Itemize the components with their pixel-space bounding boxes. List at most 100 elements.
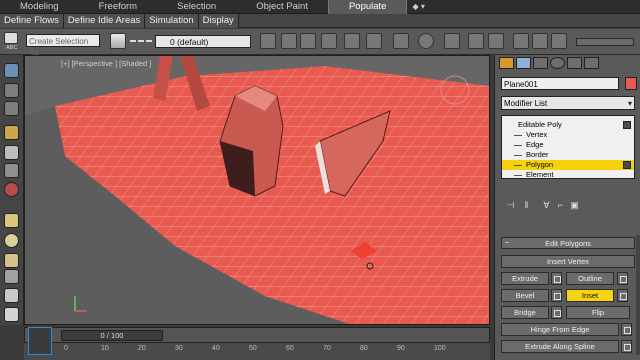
inset-button[interactable]: Inset <box>566 289 614 302</box>
teapot-render-icon[interactable] <box>513 33 529 49</box>
sticky-note-icon[interactable] <box>4 213 19 228</box>
collapse-icon[interactable]: − <box>505 237 509 248</box>
create-layer-icon[interactable] <box>281 33 297 49</box>
extrude-button[interactable]: Extrude <box>501 272 549 285</box>
layer-dropdown[interactable]: 0 (default) <box>155 35 251 48</box>
cylinder-icon[interactable] <box>4 269 19 284</box>
define-idle-areas-button[interactable]: Define Idle Areas <box>63 13 146 28</box>
bridge-button[interactable]: Bridge <box>501 306 549 319</box>
motion-tab-icon[interactable] <box>550 57 565 69</box>
hinge-from-edge-button[interactable]: Hinge From Edge <box>501 323 619 336</box>
material-editor-icon[interactable] <box>393 33 409 49</box>
tick-label: 40 <box>212 345 220 352</box>
rotate-icon[interactable] <box>4 145 19 160</box>
named-selection-icon[interactable] <box>4 32 18 44</box>
viewport-label[interactable]: [+] [Perspective ] [Shaded ] <box>61 59 151 68</box>
outline-settings-icon[interactable] <box>617 272 628 285</box>
hierarchy-tab-icon[interactable] <box>533 57 548 69</box>
wrench-icon[interactable] <box>4 163 19 178</box>
bevel-button[interactable]: Bevel <box>501 289 549 302</box>
teapot-iterative-icon[interactable] <box>551 33 567 49</box>
select-layer-icon[interactable] <box>300 33 316 49</box>
hinge-settings-icon[interactable] <box>621 323 632 336</box>
make-unique-icon[interactable]: ∀ <box>541 199 552 211</box>
stack-item-element[interactable]: Element <box>502 170 634 180</box>
pin-stack-icon[interactable]: ⊣ <box>505 199 516 211</box>
extrude-settings-icon[interactable] <box>551 272 562 285</box>
display-button[interactable]: Display <box>198 13 239 28</box>
modify-tab-icon[interactable] <box>516 57 531 69</box>
stack-item-border[interactable]: Border <box>502 150 634 160</box>
simulation-button[interactable]: Simulation <box>145 13 199 28</box>
tab-selection[interactable]: Selection <box>157 0 236 14</box>
panel-scrollbar[interactable] <box>636 235 640 355</box>
light-bulb-toggle-icon[interactable] <box>623 121 631 129</box>
configure-modifier-icon[interactable]: ▣ <box>569 199 580 211</box>
render-icon[interactable] <box>488 33 504 49</box>
create-tab-icon[interactable] <box>499 57 514 69</box>
object-name-field[interactable]: Plane001 <box>501 77 619 90</box>
flip-button[interactable]: Flip <box>566 306 630 319</box>
stack-item-editable-poly[interactable]: Editable Poly <box>502 120 634 130</box>
teapot-icon[interactable] <box>4 182 19 197</box>
tick-label: 20 <box>138 345 146 352</box>
tab-freeform[interactable]: Freeform <box>79 0 158 14</box>
add-to-layer-icon[interactable] <box>260 33 276 49</box>
render-frame-icon[interactable] <box>468 33 484 49</box>
bevel-settings-icon[interactable] <box>551 289 562 302</box>
calculator-icon[interactable] <box>4 83 19 98</box>
tick-label: 0 <box>64 345 68 352</box>
remove-modifier-icon[interactable]: ⌐ <box>555 199 566 211</box>
time-slider[interactable]: 0 / 100 <box>24 327 490 343</box>
grid-icon[interactable] <box>4 101 19 116</box>
render-preset-dropdown[interactable] <box>576 38 634 46</box>
layer-manager-icon[interactable] <box>110 33 126 49</box>
teapot-active-icon[interactable] <box>532 33 548 49</box>
extrude-along-spline-button[interactable]: Extrude Along Spline <box>501 340 619 353</box>
tick-label: 50 <box>249 345 257 352</box>
stack-item-vertex[interactable]: Vertex <box>502 130 634 140</box>
schematic-view-icon[interactable] <box>366 33 382 49</box>
viewport-layout-icon[interactable] <box>4 63 19 78</box>
graph-editor-icon[interactable] <box>344 33 360 49</box>
bridge-settings-icon[interactable] <box>551 306 562 319</box>
shape-icon[interactable] <box>4 253 19 268</box>
show-end-result-icon[interactable]: ‖ <box>521 199 532 211</box>
modifier-list-dropdown[interactable]: Modifier List ▾ <box>501 96 635 110</box>
time-slider-thumb[interactable]: 0 / 100 <box>61 330 163 341</box>
subobject-toggle-icon[interactable] <box>623 161 631 169</box>
modifier-stack: Editable Poly Vertex Edge Border Polygon… <box>501 115 635 179</box>
tick-label: 60 <box>286 345 294 352</box>
scene-render <box>25 56 489 324</box>
sphere-icon[interactable] <box>418 33 434 49</box>
insert-vertex-button[interactable]: Insert Vertex <box>501 255 635 268</box>
tab-object-paint[interactable]: Object Paint <box>236 0 328 14</box>
ribbon-panel: Define Flows Define Idle Areas Simulatio… <box>0 13 640 28</box>
display-tab-icon[interactable] <box>567 57 582 69</box>
lightbulb-icon[interactable] <box>4 125 19 140</box>
tab-modeling[interactable]: Modeling <box>0 0 79 14</box>
abc-label: ABC <box>6 45 18 51</box>
ribbon-tab-bar: Modeling Freeform Selection Object Paint… <box>0 0 640 14</box>
tab-populate[interactable]: Populate <box>327 0 408 14</box>
maxscript-area <box>0 325 24 360</box>
ribbon-options-button[interactable]: ◆ ▾ <box>407 0 429 14</box>
mini-listener-icon[interactable] <box>28 327 52 355</box>
edit-polygons-rollout-header[interactable]: − Edit Polygons <box>501 237 635 249</box>
define-flows-button[interactable]: Define Flows <box>0 13 64 28</box>
cone-icon[interactable] <box>4 288 19 303</box>
selection-set-input[interactable]: Create Selection Se <box>26 34 100 59</box>
object-color-swatch[interactable] <box>625 77 637 90</box>
outline-button[interactable]: Outline <box>566 272 614 285</box>
utilities-tab-icon[interactable] <box>584 57 599 69</box>
layer-visibility-icon[interactable] <box>321 33 337 49</box>
egg-icon[interactable] <box>4 233 19 248</box>
perspective-viewport[interactable]: [+] [Perspective ] [Shaded ] <box>24 55 490 325</box>
stack-item-edge[interactable]: Edge <box>502 140 634 150</box>
stack-item-polygon[interactable]: Polygon <box>502 160 634 170</box>
timeline[interactable]: 0 10 20 30 40 50 60 70 80 90 100 <box>24 343 490 360</box>
extrude-spline-settings-icon[interactable] <box>621 340 632 353</box>
inset-settings-icon[interactable] <box>617 289 628 302</box>
render-setup-icon[interactable] <box>444 33 460 49</box>
star-icon[interactable] <box>4 307 19 322</box>
